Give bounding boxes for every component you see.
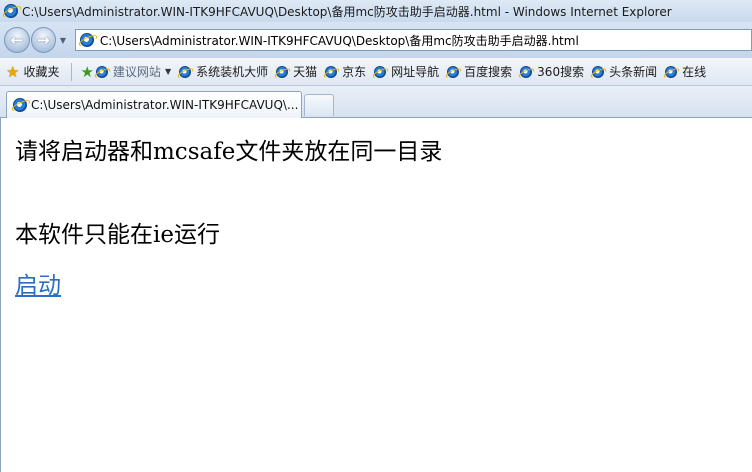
- fav-item-360[interactable]: 360搜索: [520, 63, 584, 80]
- launch-link[interactable]: 启动: [15, 272, 61, 300]
- add-to-favorites-icon[interactable]: ★: [80, 63, 93, 81]
- ie-page-icon: [520, 65, 533, 78]
- fav-item-label: 头条新闻: [609, 65, 658, 79]
- ie-page-icon: [95, 65, 108, 78]
- ie-page-icon: [665, 65, 678, 78]
- fav-item-system-master[interactable]: 系统装机大师: [179, 63, 268, 80]
- ie-page-icon: [374, 65, 387, 78]
- internet-explorer-icon: [4, 4, 18, 18]
- favorites-button[interactable]: ★ 收藏夹: [6, 63, 59, 81]
- ie-page-icon: [276, 65, 289, 78]
- fav-item-label: 在线: [682, 65, 707, 79]
- address-url: C:\Users\Administrator.WIN-ITK9HFCAVUQ\D…: [99, 33, 579, 48]
- fav-item-label: 系统装机大师: [196, 65, 269, 79]
- address-bar[interactable]: C:\Users\Administrator.WIN-ITK9HFCAVUQ\D…: [74, 29, 752, 51]
- fav-item-label: 360搜索: [537, 65, 585, 79]
- navigation-bar: ← → ▼ C:\Users\Administrator.WIN-ITK9HFC…: [0, 22, 752, 58]
- forward-arrow-icon: →: [37, 31, 50, 49]
- forward-button[interactable]: →: [30, 27, 57, 53]
- instruction-text: 请将启动器和mcsafe文件夹放在同一目录: [15, 139, 443, 165]
- ie-page-icon: [325, 65, 338, 78]
- back-button[interactable]: ←: [4, 27, 30, 53]
- divider: [71, 62, 73, 81]
- star-icon: ★: [6, 62, 20, 81]
- fav-item-label: 京东: [342, 65, 367, 79]
- title-bar: C:\Users\Administrator.WIN-ITK9HFCAVUQ\D…: [0, 0, 752, 22]
- fav-item-url-nav[interactable]: 网址导航: [374, 63, 439, 80]
- fav-item-online[interactable]: 在线: [665, 63, 706, 80]
- fav-item-jd[interactable]: 京东: [325, 63, 366, 80]
- ie-page-icon: [447, 65, 460, 78]
- page-icon: [79, 33, 94, 47]
- ie-page-icon: [13, 98, 27, 112]
- favorites-bar: ★ 收藏夹 ★ 建议网站 ▼ 系统装机大师 天猫 京东 网址导航 百度搜索 36…: [0, 58, 752, 86]
- favorites-label: 收藏夹: [23, 65, 60, 79]
- fav-item-label: 网址导航: [391, 65, 440, 79]
- tab-row: C:\Users\Administrator.WIN-ITK9HFCAVUQ\.…: [0, 86, 752, 118]
- ie-window: C:\Users\Administrator.WIN-ITK9HFCAVUQ\D…: [0, 0, 752, 472]
- fav-item-suggested-sites[interactable]: 建议网站 ▼: [95, 63, 172, 80]
- back-arrow-icon: ←: [10, 31, 24, 49]
- fav-item-label: 建议网站: [112, 65, 161, 79]
- fav-item-label: 百度搜索: [464, 65, 513, 79]
- chevron-down-icon: ▼: [59, 35, 67, 45]
- tab-active[interactable]: C:\Users\Administrator.WIN-ITK9HFCAVUQ\.…: [6, 91, 302, 118]
- fav-item-baidu[interactable]: 百度搜索: [447, 63, 512, 80]
- new-tab-button[interactable]: [304, 94, 334, 116]
- fav-item-headlines[interactable]: 头条新闻: [592, 63, 657, 80]
- window-title: C:\Users\Administrator.WIN-ITK9HFCAVUQ\D…: [22, 4, 672, 19]
- ie-only-notice: 本软件只能在ie运行: [15, 222, 220, 248]
- ie-page-icon: [592, 65, 605, 78]
- chevron-down-icon: ▼: [164, 67, 172, 76]
- history-dropdown-button[interactable]: ▼: [57, 27, 69, 53]
- fav-item-tmall[interactable]: 天猫: [276, 63, 317, 80]
- page-content: 请将启动器和mcsafe文件夹放在同一目录 本软件只能在ie运行 启动: [0, 118, 752, 472]
- ie-page-icon: [179, 65, 192, 78]
- fav-item-label: 天猫: [293, 65, 318, 79]
- tab-label: C:\Users\Administrator.WIN-ITK9HFCAVUQ\.…: [31, 98, 299, 112]
